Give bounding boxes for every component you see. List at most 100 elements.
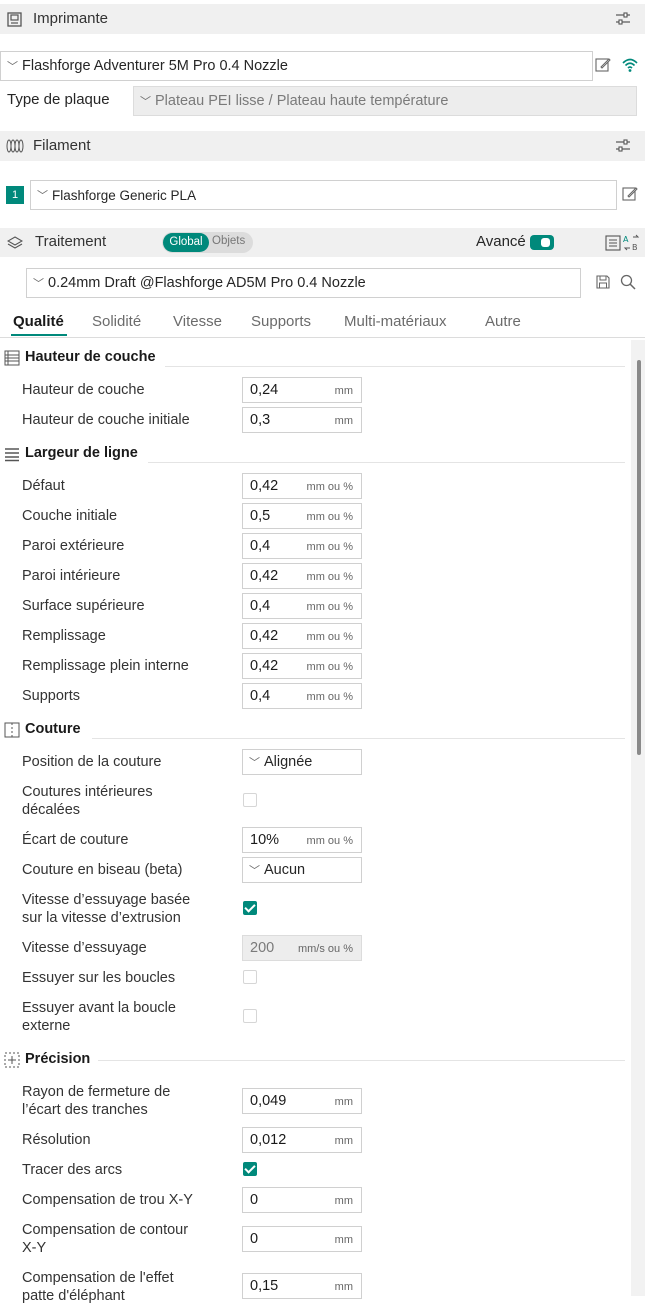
xy-contour-compensation-input[interactable]: 0 mm [242, 1226, 362, 1252]
input-unit: mm [334, 1281, 353, 1293]
seam-position-select[interactable]: ﹀ Alignée [242, 749, 362, 775]
setting-label: Essuyer sur les boucles [22, 970, 176, 986]
wifi-icon[interactable] [620, 55, 640, 75]
plate-type-select[interactable]: ﹀ Plateau PEI lisse / Plateau haute temp… [133, 86, 637, 116]
setting-label: Défaut [22, 478, 65, 494]
elephant-foot-compensation-input[interactable]: 0,15 mm [242, 1273, 362, 1299]
wipe-speed-input[interactable]: 200 mm/s ou % [242, 935, 362, 961]
toggle-global[interactable]: Global [163, 233, 209, 252]
infill-line-width-input[interactable]: 0,42 mm ou % [242, 623, 362, 649]
wipe-before-external-loop-checkbox[interactable] [243, 1009, 257, 1023]
resolution-input[interactable]: 0,012 mm [242, 1127, 362, 1153]
compare-presets-icon[interactable]: AB [622, 233, 640, 251]
input-unit: mm ou % [306, 481, 353, 493]
process-title: Traitement [35, 233, 107, 250]
input-value: 10% [250, 832, 280, 848]
setting-label: Hauteur de couche initiale [22, 412, 190, 428]
setting-label: X-Y [22, 1240, 47, 1256]
advanced-switch[interactable] [530, 235, 554, 250]
input-value: 0,42 [250, 628, 279, 644]
tab-quality-underline [11, 334, 67, 336]
layers-icon [6, 234, 23, 251]
tab-others[interactable]: Autre [485, 313, 521, 330]
setting-label: Vitesse d’essuyage basée [22, 892, 191, 908]
setting-label: Supports [22, 688, 81, 704]
printer-header: Imprimante [0, 4, 645, 34]
printer-preset-value: Flashforge Adventurer 5M Pro 0.4 Nozzle [22, 58, 288, 74]
filament-settings-icon[interactable] [614, 137, 632, 155]
support-line-width-input[interactable]: 0,4 mm ou % [242, 683, 362, 709]
tab-multi-material[interactable]: Multi-matériaux [344, 313, 447, 330]
input-unit: mm ou % [306, 541, 353, 553]
input-value: 0,42 [250, 478, 279, 494]
section-divider [98, 1060, 625, 1061]
initial-layer-line-width-input[interactable]: 0,5 mm ou % [242, 503, 362, 529]
arc-fitting-checkbox[interactable] [243, 1162, 257, 1176]
xy-hole-compensation-input[interactable]: 0 mm [242, 1187, 362, 1213]
filament-preset-value: Flashforge Generic PLA [52, 187, 197, 203]
input-value: 0,24 [250, 382, 279, 398]
setting-label: Position de la couture [22, 754, 162, 770]
filament-slot-badge[interactable]: 1 [6, 186, 24, 204]
chevron-down-icon: ﹀ [7, 61, 18, 73]
wipe-on-loops-checkbox[interactable] [243, 970, 257, 984]
filament-title: Filament [33, 137, 91, 154]
edit-filament-icon[interactable] [621, 185, 639, 203]
top-surface-line-width-input[interactable]: 0,4 mm ou % [242, 593, 362, 619]
setting-label: Compensation de trou X-Y [22, 1192, 193, 1208]
wipe-speed-based-checkbox[interactable] [243, 901, 257, 915]
input-value: 0,42 [250, 658, 279, 674]
input-unit: mm ou % [306, 601, 353, 613]
printer-preset-select[interactable]: ﹀ Flashforge Adventurer 5M Pro 0.4 Nozzl… [0, 51, 593, 81]
tab-speed[interactable]: Vitesse [173, 313, 222, 330]
outer-wall-line-width-input[interactable]: 0,4 mm ou % [242, 533, 362, 559]
slice-gap-closing-radius-input[interactable]: 0,049 mm [242, 1088, 362, 1114]
setting-label: Écart de couture [22, 832, 129, 848]
input-unit: mm ou % [306, 571, 353, 583]
setting-label: Remplissage plein interne [22, 658, 189, 674]
input-value: 200 [250, 940, 275, 956]
scarf-seam-value: Aucun [264, 862, 306, 878]
internal-solid-infill-line-width-input[interactable]: 0,42 mm ou % [242, 653, 362, 679]
input-unit: mm ou % [306, 661, 353, 673]
setting-label: décalées [22, 802, 81, 818]
search-icon[interactable] [619, 273, 637, 291]
edit-printer-icon[interactable] [594, 56, 612, 74]
initial-layer-height-input[interactable]: 0,3 mm [242, 407, 362, 433]
save-preset-icon[interactable] [594, 273, 612, 291]
process-preset-select[interactable]: ﹀ 0.24mm Draft @Flashforge AD5M Pro 0.4 … [26, 268, 581, 298]
list-view-icon[interactable] [604, 234, 621, 251]
setting-label: Paroi extérieure [22, 538, 125, 554]
setting-label: Couche initiale [22, 508, 118, 524]
section-title-seam: Couture [25, 721, 81, 737]
section-divider [165, 366, 625, 367]
setting-label: Remplissage [22, 628, 106, 644]
layer-height-icon [3, 349, 20, 366]
staggered-inner-seams-checkbox[interactable] [243, 793, 257, 807]
input-value: 0,15 [250, 1278, 279, 1294]
inner-wall-line-width-input[interactable]: 0,42 mm ou % [242, 563, 362, 589]
filament-header: Filament [0, 131, 645, 161]
chevron-down-icon: ﹀ [33, 278, 44, 290]
svg-text:B: B [632, 243, 638, 251]
default-line-width-input[interactable]: 0,42 mm ou % [242, 473, 362, 499]
input-unit: mm ou % [306, 691, 353, 703]
setting-label: l’écart des tranches [22, 1102, 148, 1118]
scrollbar-thumb[interactable] [637, 360, 641, 755]
global-objects-toggle[interactable]: Global Objets [162, 232, 253, 253]
tab-strength[interactable]: Solidité [92, 313, 141, 330]
tab-supports[interactable]: Supports [251, 313, 311, 330]
setting-label: Coutures intérieures [22, 784, 153, 800]
toggle-objects-label[interactable]: Objets [212, 235, 245, 247]
section-divider [148, 462, 625, 463]
input-value: 0,4 [250, 688, 271, 704]
setting-label: Essuyer avant la boucle [22, 1000, 176, 1016]
filament-preset-select[interactable]: ﹀ Flashforge Generic PLA [30, 180, 617, 210]
chevron-down-icon: ﹀ [249, 757, 260, 769]
layer-height-input[interactable]: 0,24 mm [242, 377, 362, 403]
seam-gap-input[interactable]: 10% mm ou % [242, 827, 362, 853]
scarf-seam-select[interactable]: ﹀ Aucun [242, 857, 362, 883]
precision-icon [3, 1051, 20, 1068]
printer-settings-icon[interactable] [614, 10, 632, 28]
tab-quality[interactable]: Qualité [13, 313, 64, 330]
